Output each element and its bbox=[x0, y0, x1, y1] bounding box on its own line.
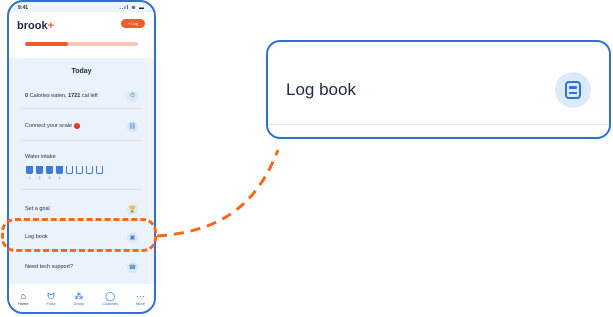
divider bbox=[268, 124, 609, 125]
scale-icon bbox=[555, 72, 591, 108]
zoom-log-book-label: Log book bbox=[286, 80, 356, 99]
log-book-zoom-callout: Log book bbox=[266, 40, 611, 139]
